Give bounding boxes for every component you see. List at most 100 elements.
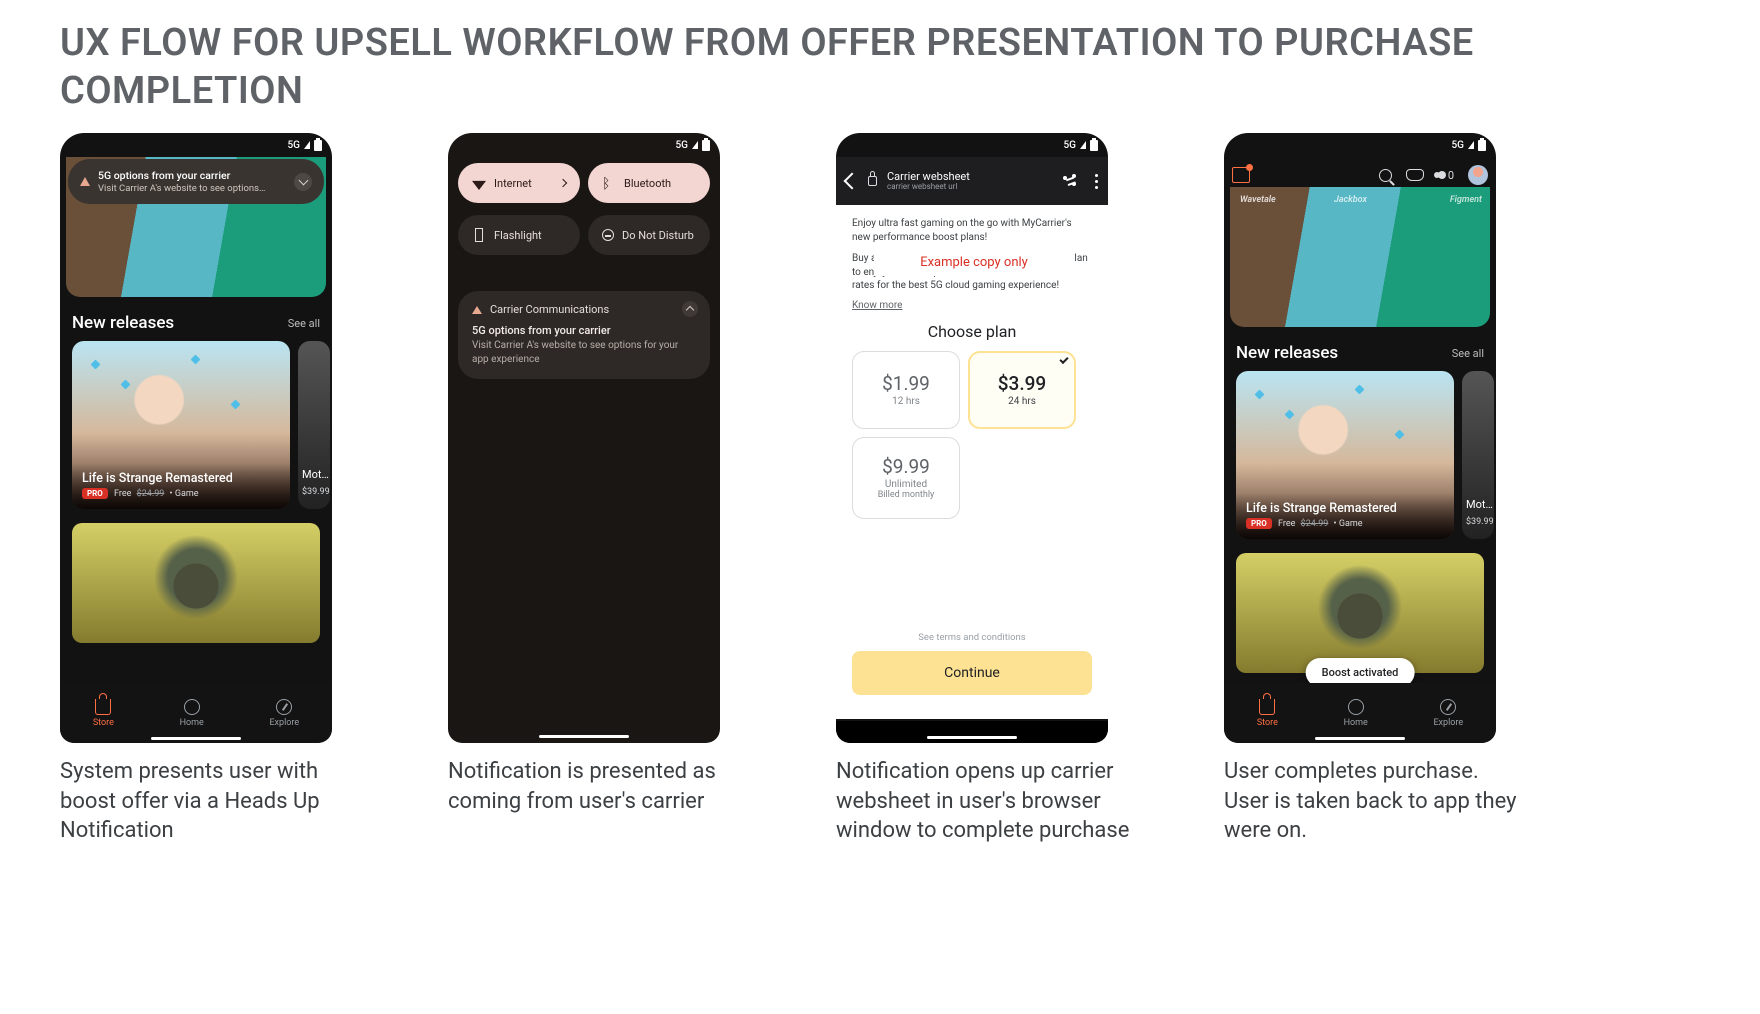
continue-button[interactable]: Continue: [852, 651, 1092, 695]
signal-icon: [692, 141, 698, 149]
qs-flashlight[interactable]: Flashlight: [458, 215, 580, 255]
flow-row: 5G Wavetale Jackbox Figment New releases…: [60, 133, 1700, 846]
pro-badge: PRO: [1246, 518, 1272, 529]
signal-icon: [1080, 141, 1086, 149]
network-label: 5G: [288, 140, 301, 151]
section-title-text: New releases: [72, 313, 174, 333]
gesture-handle[interactable]: [1315, 737, 1405, 740]
gesture-handle[interactable]: [539, 735, 629, 738]
plan-option-3[interactable]: $9.99 Unlimited Billed monthly: [852, 437, 960, 519]
battery-icon: [1478, 140, 1486, 151]
explore-icon: [1440, 699, 1456, 715]
plan-option-2-selected[interactable]: $3.99 24 hrs: [968, 351, 1076, 429]
friends-icon[interactable]: 0: [1438, 169, 1454, 182]
gift-icon[interactable]: [1232, 167, 1250, 183]
caption-2: Notification is presented as coming from…: [448, 757, 748, 816]
network-label: 5G: [1452, 140, 1465, 151]
search-icon[interactable]: [1379, 169, 1392, 182]
hero-card[interactable]: [72, 523, 320, 643]
store-icon: [95, 699, 111, 715]
game-meta: PRO Free $24.99 • Game: [1246, 519, 1444, 529]
phone-screen-3: 5G Carrier websheet carrier websheet url…: [836, 133, 1108, 743]
caption-3: Notification opens up carrier websheet i…: [836, 757, 1136, 846]
carrier-triangle-icon: [80, 177, 90, 186]
plan-sub: Billed monthly: [878, 490, 935, 500]
banner-seg-2: Jackbox: [1334, 195, 1367, 205]
battery-icon: [1090, 140, 1098, 151]
signal-icon: [1468, 141, 1474, 149]
game2-title: Mot…: [1466, 498, 1493, 511]
see-all-link[interactable]: See all: [288, 317, 320, 330]
nav-store[interactable]: Store: [93, 699, 114, 728]
intro-text-2: Buy a pass for a boost or subscribe to a…: [852, 252, 1092, 293]
step-2: 5G Internet Bluetooth Flashlight: [448, 133, 748, 816]
game-meta: PRO Free $24.99 • Game: [82, 489, 280, 499]
game-card-2[interactable]: Mot… $39.99: [1462, 371, 1494, 539]
section-title-text: New releases: [1236, 343, 1338, 363]
dnd-icon: [602, 229, 614, 241]
more-icon[interactable]: [1095, 180, 1098, 183]
wifi-icon: [472, 176, 486, 190]
qs-row-1: Internet Bluetooth: [448, 157, 720, 209]
gesture-bar[interactable]: [836, 721, 1108, 743]
network-label: 5G: [1064, 140, 1077, 151]
game-card-1[interactable]: Life is Strange Remastered PRO Free $24.…: [72, 341, 290, 509]
plan-duration: 12 hrs: [892, 396, 920, 407]
game2-price: $39.99: [1466, 517, 1494, 527]
chevron-down-icon[interactable]: [294, 173, 312, 191]
websheet-url: carrier websheet url: [887, 183, 970, 192]
bluetooth-icon: [602, 176, 616, 190]
status-bar: 5G: [60, 133, 332, 157]
share-icon[interactable]: [1063, 174, 1077, 188]
section-header: New releases See all: [60, 297, 332, 341]
gesture-handle[interactable]: [151, 737, 241, 740]
notif-app-name: Carrier Communications: [490, 303, 609, 316]
qs-bluetooth[interactable]: Bluetooth: [588, 163, 710, 203]
plan-duration: Unlimited: [885, 479, 927, 490]
plan-grid: $1.99 12 hrs $3.99 24 hrs $9.99 Unlimite…: [852, 351, 1092, 519]
step-4: 5G 0 Wavetale Jackbox Figment: [1224, 133, 1524, 846]
qs-dnd[interactable]: Do Not Disturb: [588, 215, 710, 255]
nav-home[interactable]: Home: [180, 699, 204, 728]
see-all-link[interactable]: See all: [1452, 347, 1484, 360]
explore-icon: [276, 699, 292, 715]
notif-title: 5G options from your carrier: [472, 324, 696, 337]
plan-duration: 24 hrs: [1008, 396, 1036, 407]
game-card-2[interactable]: Mot… $39.99: [298, 341, 330, 509]
game-card-1[interactable]: Life is Strange Remastered PRO Free $24.…: [1236, 371, 1454, 539]
phone-screen-4: 5G 0 Wavetale Jackbox Figment: [1224, 133, 1496, 743]
game2-price: $39.99: [302, 487, 330, 497]
hero-card[interactable]: [1236, 553, 1484, 673]
game2-title: Mot…: [302, 468, 329, 481]
websheet-body: Enjoy ultra fast gaming on the go with M…: [836, 205, 1108, 719]
bottom-nav: Store Home Explore: [60, 683, 332, 743]
notif-body: Visit Carrier A's website to see options…: [472, 339, 696, 367]
caption-4: User completes purchase. User is taken b…: [1224, 757, 1524, 846]
home-icon: [1348, 699, 1364, 715]
terms-link[interactable]: See terms and conditions: [836, 632, 1108, 643]
websheet-title: Carrier websheet: [887, 171, 970, 183]
collapse-icon[interactable]: [682, 301, 698, 317]
game-row: Life is Strange Remastered PRO Free $24.…: [60, 341, 332, 509]
qs-internet[interactable]: Internet: [458, 163, 580, 203]
nav-explore[interactable]: Explore: [269, 699, 299, 728]
featured-banner[interactable]: Wavetale Jackbox Figment: [1230, 187, 1490, 327]
back-icon[interactable]: [844, 173, 861, 190]
heads-up-notification[interactable]: 5G options from your carrier Visit Carri…: [68, 159, 324, 204]
game-row: Life is Strange Remastered PRO Free $24.…: [1224, 371, 1496, 539]
know-more-link[interactable]: Know more: [852, 300, 902, 311]
nav-home[interactable]: Home: [1344, 699, 1368, 728]
section-header: New releases See all: [1224, 327, 1496, 371]
avatar[interactable]: [1468, 165, 1488, 185]
caption-1: System presents user with boost offer vi…: [60, 757, 360, 846]
banner-seg-1: Wavetale: [1240, 195, 1276, 205]
chevron-right-icon: [559, 179, 567, 187]
game-title: Life is Strange Remastered: [82, 471, 280, 486]
nav-explore[interactable]: Explore: [1433, 699, 1463, 728]
nav-store[interactable]: Store: [1257, 699, 1278, 728]
step-3: 5G Carrier websheet carrier websheet url…: [836, 133, 1136, 846]
top-icon-row: 0: [1232, 165, 1488, 185]
plan-option-1[interactable]: $1.99 12 hrs: [852, 351, 960, 429]
controller-icon[interactable]: [1406, 169, 1424, 181]
notification-card[interactable]: Carrier Communications 5G options from y…: [458, 291, 710, 379]
